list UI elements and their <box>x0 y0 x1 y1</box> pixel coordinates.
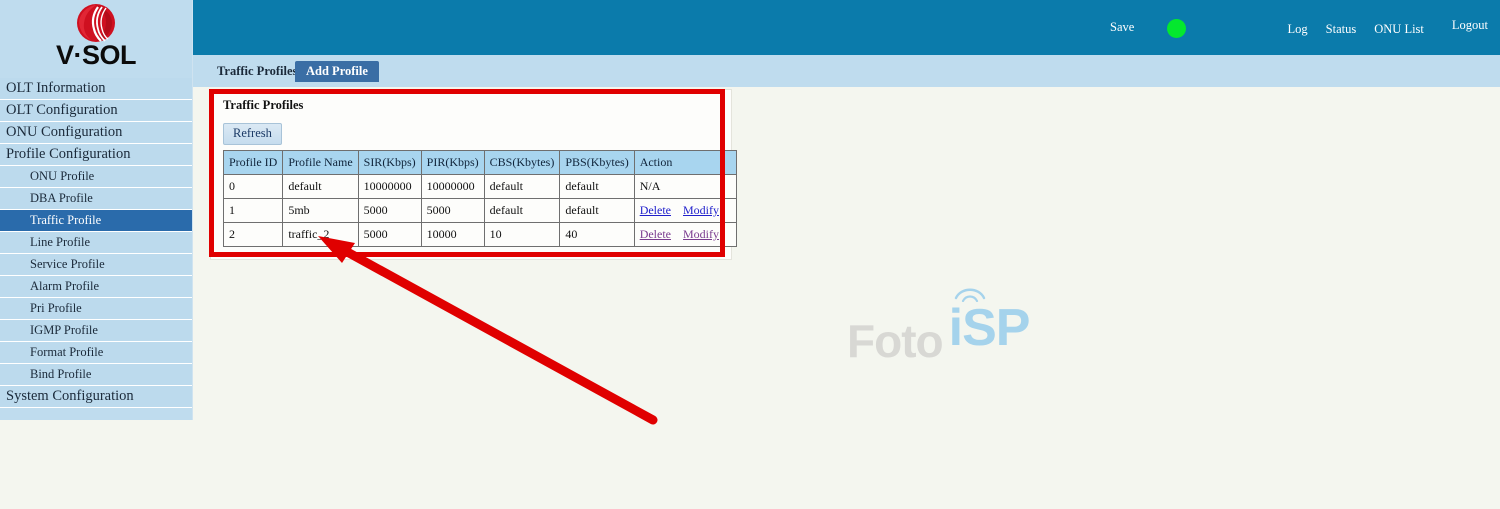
sidebar-item-system-configuration[interactable]: System Configuration <box>0 386 192 408</box>
cell-pbs: default <box>559 198 635 223</box>
sidebar-item-olt-configuration[interactable]: OLT Configuration <box>0 100 192 122</box>
sidebar-item-igmp-profile[interactable]: IGMP Profile <box>0 320 192 342</box>
traffic-profiles-panel: Traffic Profiles Refresh Profile ID Prof… <box>210 89 738 260</box>
cell-pbs: 40 <box>559 222 635 247</box>
sidebar-item-olt-information[interactable]: OLT Information <box>0 78 192 100</box>
status-indicator-dot <box>1167 19 1186 38</box>
save-button[interactable]: Save <box>1110 20 1134 35</box>
action-na-text: N/A <box>639 179 661 193</box>
watermark-text-left: Foto <box>847 315 944 367</box>
cell-pir: 5000 <box>420 198 485 223</box>
sidebar-nav: OLT Information OLT Configuration ONU Co… <box>0 78 192 408</box>
table-header-row: Profile ID Profile Name SIR(Kbps) PIR(Kb… <box>222 150 738 175</box>
cell-cbs: 10 <box>483 222 561 247</box>
delete-link[interactable]: Delete <box>640 203 671 217</box>
watermark: Foto iSP <box>847 288 1031 367</box>
cell-sir: 10000000 <box>357 174 422 199</box>
tab-traffic-profiles[interactable]: Traffic Profiles <box>206 61 309 82</box>
cell-action: Delete Modify <box>633 198 738 223</box>
cell-sir: 5000 <box>357 198 422 223</box>
refresh-button[interactable]: Refresh <box>223 123 282 145</box>
sidebar-item-alarm-profile[interactable]: Alarm Profile <box>0 276 192 298</box>
brand-logo[interactable]: V·SOL <box>0 0 192 78</box>
sidebar-item-line-profile[interactable]: Line Profile <box>0 232 192 254</box>
cell-profile-id: 2 <box>222 222 284 247</box>
cell-action: N/A <box>633 174 738 199</box>
table-row: 2 traffic_2 5000 10000 10 40 Delete Modif… <box>222 222 738 247</box>
sidebar-item-format-profile[interactable]: Format Profile <box>0 342 192 364</box>
delete-link[interactable]: Delete <box>640 227 671 241</box>
sidebar-item-onu-configuration[interactable]: ONU Configuration <box>0 122 192 144</box>
cell-cbs: default <box>483 198 561 223</box>
cell-pir: 10000 <box>420 222 485 247</box>
sidebar: V·SOL OLT Information OLT Configuration … <box>0 0 193 420</box>
column-header-cbs: CBS(Kbytes) <box>483 150 561 175</box>
column-header-pbs: PBS(Kbytes) <box>559 150 635 175</box>
watermark-text-right: iSP <box>948 299 1031 357</box>
cell-profile-id: 0 <box>222 174 284 199</box>
sidebar-item-service-profile[interactable]: Service Profile <box>0 254 192 276</box>
column-header-pir: PIR(Kbps) <box>420 150 485 175</box>
column-header-sir: SIR(Kbps) <box>357 150 422 175</box>
cell-action: Delete Modify <box>633 222 738 247</box>
sidebar-item-profile-configuration[interactable]: Profile Configuration <box>0 144 192 166</box>
tab-add-profile[interactable]: Add Profile <box>295 61 379 82</box>
header-link-onu-list[interactable]: ONU List <box>1374 22 1424 37</box>
brand-wordmark: V·SOL <box>55 40 137 70</box>
column-header-profile-name: Profile Name <box>282 150 359 175</box>
panel-title: Traffic Profiles <box>223 98 304 112</box>
modify-link[interactable]: Modify <box>683 203 719 217</box>
cell-profile-name: 5mb <box>282 198 359 223</box>
cell-profile-id: 1 <box>222 198 284 223</box>
header-links: Log Status ONU List Logout <box>1270 18 1488 37</box>
sidebar-item-onu-profile[interactable]: ONU Profile <box>0 166 192 188</box>
sidebar-item-bind-profile[interactable]: Bind Profile <box>0 364 192 386</box>
header-link-status[interactable]: Status <box>1326 22 1357 37</box>
sidebar-item-pri-profile[interactable]: Pri Profile <box>0 298 192 320</box>
top-header-bar: Save Log Status ONU List Logout <box>192 0 1500 55</box>
cell-pir: 10000000 <box>420 174 485 199</box>
main-content: Foto iSP Traffic Profiles Refresh Profil… <box>192 87 1500 509</box>
table-row: 1 5mb 5000 5000 default default Delete Mo… <box>222 198 738 223</box>
header-link-log[interactable]: Log <box>1288 22 1308 37</box>
cell-profile-name: default <box>282 174 359 199</box>
cell-sir: 5000 <box>357 222 422 247</box>
header-link-logout[interactable]: Logout <box>1452 18 1488 33</box>
cell-pbs: default <box>559 174 635 199</box>
table-row: 0 default 10000000 10000000 default defa… <box>222 174 738 199</box>
column-header-profile-id: Profile ID <box>222 150 284 175</box>
sidebar-item-traffic-profile[interactable]: Traffic Profile <box>0 210 192 232</box>
cell-cbs: default <box>483 174 561 199</box>
sidebar-item-dba-profile[interactable]: DBA Profile <box>0 188 192 210</box>
modify-link[interactable]: Modify <box>683 227 719 241</box>
traffic-profiles-table: Profile ID Profile Name SIR(Kbps) PIR(Kb… <box>222 150 738 247</box>
column-header-action: Action <box>633 150 738 175</box>
cell-profile-name: traffic_2 <box>282 222 359 247</box>
tab-strip: Traffic Profiles Add Profile <box>192 55 1500 87</box>
wifi-arc-icon <box>954 288 985 302</box>
